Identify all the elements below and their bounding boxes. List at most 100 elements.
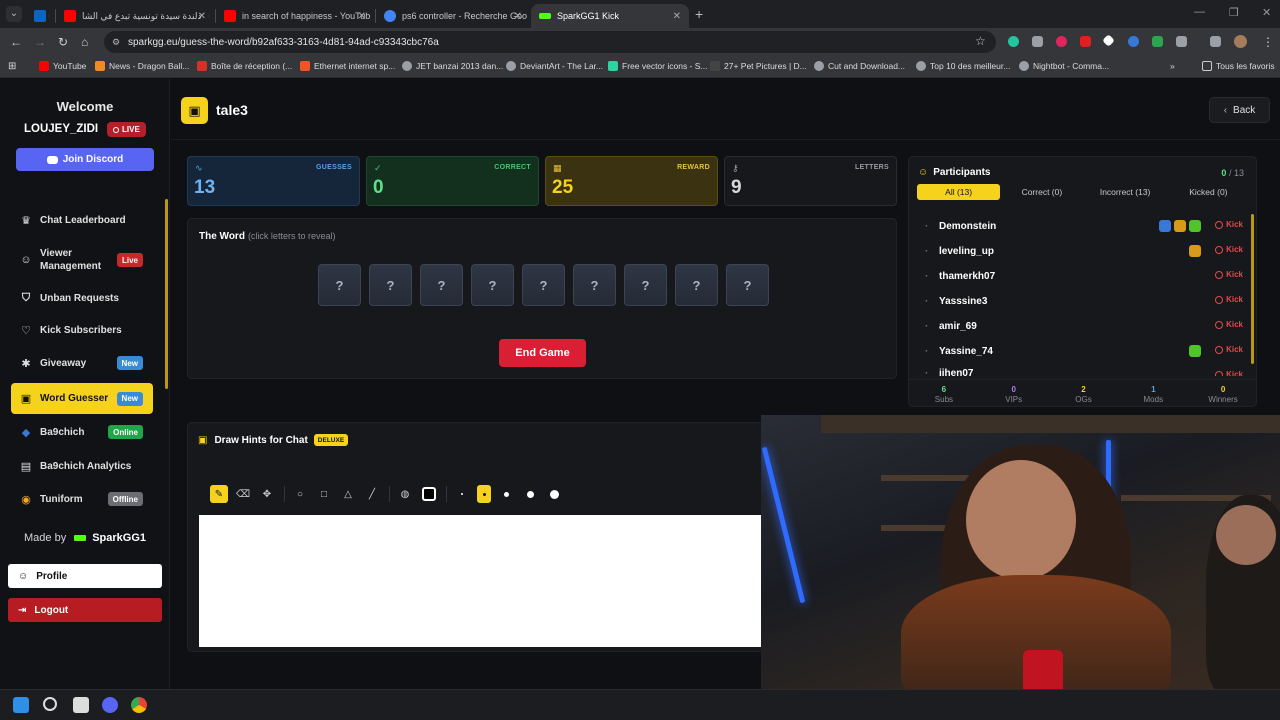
sidebar-item-word-guesser[interactable]: ▣ Word Guesser New bbox=[11, 383, 153, 414]
bookmark-item[interactable]: 27+ Pet Pictures | D... bbox=[710, 61, 807, 71]
kick-button[interactable]: Kick bbox=[1215, 220, 1243, 229]
apps-grid-icon[interactable]: ⊞ bbox=[8, 61, 16, 72]
reading-list-icon[interactable] bbox=[1210, 36, 1221, 47]
kick-button[interactable]: Kick bbox=[1215, 370, 1243, 376]
bookmark-item[interactable]: JET banzai 2013 dan... bbox=[402, 61, 503, 71]
letter-tile[interactable]: ? bbox=[675, 264, 718, 306]
bookmark-item[interactable]: Cut and Download... bbox=[814, 61, 905, 71]
home-icon[interactable]: ⌂ bbox=[81, 35, 88, 49]
tab-sparkgg-kick[interactable]: SparkGG1 Kick ✕ bbox=[531, 4, 689, 28]
bookmark-item[interactable]: Top 10 des meilleur... bbox=[916, 61, 1010, 71]
extension-icon[interactable] bbox=[1056, 36, 1067, 47]
bookmark-item[interactable]: Free vector icons - S... bbox=[608, 61, 708, 71]
logout-button[interactable]: ⇥ Logout bbox=[8, 598, 162, 622]
bookmark-item[interactable]: Nightbot - Comma... bbox=[1019, 61, 1109, 71]
new-tab-button[interactable]: + bbox=[695, 6, 703, 22]
letter-tile[interactable]: ? bbox=[573, 264, 616, 306]
extension-icon[interactable] bbox=[1128, 36, 1139, 47]
kick-button[interactable]: Kick bbox=[1215, 295, 1243, 304]
eraser-icon[interactable]: ⌫ bbox=[234, 485, 252, 503]
sidebar-item-ba9chich[interactable]: ◆ Ba9chich Online bbox=[11, 418, 153, 446]
letter-tile[interactable]: ? bbox=[522, 264, 565, 306]
end-game-button[interactable]: End Game bbox=[499, 339, 586, 367]
letter-tile[interactable]: ? bbox=[471, 264, 514, 306]
bookmark-item[interactable]: News - Dragon Ball... bbox=[95, 61, 189, 71]
tab-incorrect[interactable]: Incorrect (13) bbox=[1084, 184, 1167, 200]
letter-tile[interactable]: ? bbox=[369, 264, 412, 306]
letter-tile[interactable]: ? bbox=[624, 264, 667, 306]
triangle-icon[interactable]: △ bbox=[339, 485, 357, 503]
line-icon[interactable]: ╱ bbox=[363, 485, 381, 503]
letter-tile[interactable]: ? bbox=[726, 264, 769, 306]
letter-tile[interactable]: ? bbox=[318, 264, 361, 306]
brand-name[interactable]: SparkGG1 bbox=[92, 532, 146, 544]
chrome-icon[interactable] bbox=[131, 697, 147, 713]
tab-youtube-2[interactable]: in search of happiness - YouTub ✕ bbox=[216, 4, 374, 28]
sidebar-item-giveaway[interactable]: ✱ Giveaway New bbox=[11, 349, 153, 377]
tab-correct[interactable]: Correct (0) bbox=[1000, 184, 1083, 200]
windows-start-icon[interactable] bbox=[13, 697, 29, 713]
search-icon[interactable] bbox=[43, 697, 57, 711]
tab-kicked[interactable]: Kicked (0) bbox=[1167, 184, 1250, 200]
circle-icon[interactable]: ○ bbox=[291, 485, 309, 503]
extensions-puzzle-icon[interactable] bbox=[1176, 36, 1187, 47]
sidebar-scrollbar[interactable] bbox=[165, 199, 168, 389]
site-info-icon[interactable]: ⚙ bbox=[112, 37, 120, 48]
sidebar-item-kick-subscribers[interactable]: ♡ Kick Subscribers bbox=[11, 316, 153, 344]
brush-size-1[interactable] bbox=[453, 485, 471, 503]
all-bookmarks[interactable]: Tous les favoris bbox=[1202, 61, 1275, 71]
brush-size-4[interactable] bbox=[521, 485, 539, 503]
bookmark-item[interactable]: Ethernet internet sp... bbox=[300, 61, 395, 71]
participants-scrollbar[interactable] bbox=[1251, 214, 1254, 364]
close-icon[interactable]: ✕ bbox=[673, 11, 681, 22]
tab-linkedin[interactable] bbox=[28, 4, 52, 28]
kick-button[interactable]: Kick bbox=[1215, 345, 1243, 354]
drawing-canvas[interactable] bbox=[199, 515, 762, 647]
bookmark-item[interactable]: DeviantArt - The Lar... bbox=[506, 61, 603, 71]
extension-icon[interactable] bbox=[1032, 36, 1043, 47]
avatar[interactable] bbox=[1234, 35, 1247, 48]
join-discord-button[interactable]: Join Discord bbox=[16, 148, 154, 171]
palette-icon[interactable]: ◍ bbox=[396, 485, 414, 503]
sidebar-item-tuniform[interactable]: ◉ Tuniform Offline bbox=[11, 485, 153, 513]
extension-icon[interactable] bbox=[1008, 36, 1019, 47]
tab-search-button[interactable]: ⌄ bbox=[6, 6, 22, 22]
forward-arrow-icon[interactable]: → bbox=[34, 35, 46, 49]
reload-icon[interactable]: ↻ bbox=[58, 35, 68, 49]
back-arrow-icon[interactable]: ← bbox=[10, 35, 22, 49]
brush-size-3[interactable] bbox=[497, 485, 515, 503]
kick-button[interactable]: Kick bbox=[1215, 245, 1243, 254]
extension-icon[interactable] bbox=[1080, 36, 1091, 47]
chevron-right-icon[interactable]: » bbox=[1170, 61, 1175, 71]
brush-size-5[interactable] bbox=[545, 485, 563, 503]
back-button[interactable]: ‹ Back bbox=[1209, 97, 1270, 123]
tab-youtube-1[interactable]: دلندة سيدة تونسية تبدع في الشا ✕ bbox=[56, 4, 214, 28]
brush-size-2[interactable] bbox=[477, 485, 491, 503]
move-icon[interactable]: ✥ bbox=[258, 485, 276, 503]
task-view-icon[interactable] bbox=[73, 697, 89, 713]
maximize-icon[interactable]: ❐ bbox=[1229, 6, 1239, 19]
menu-dots-icon[interactable]: ⋮ bbox=[1262, 35, 1274, 49]
minimize-icon[interactable]: — bbox=[1194, 6, 1205, 18]
extension-icon[interactable] bbox=[1152, 36, 1163, 47]
letter-tile[interactable]: ? bbox=[420, 264, 463, 306]
sidebar-item-chat-leaderboard[interactable]: ♛ Chat Leaderboard bbox=[11, 206, 153, 234]
close-icon[interactable]: ✕ bbox=[358, 11, 366, 22]
profile-button[interactable]: ☺ Profile bbox=[8, 564, 162, 588]
pencil-icon[interactable]: ✎ bbox=[210, 485, 228, 503]
rectangle-icon[interactable]: □ bbox=[315, 485, 333, 503]
kick-button[interactable]: Kick bbox=[1215, 270, 1243, 279]
tab-all[interactable]: All (13) bbox=[917, 184, 1001, 200]
extension-icon[interactable] bbox=[1102, 34, 1115, 47]
close-icon[interactable]: ✕ bbox=[514, 11, 522, 22]
tab-google[interactable]: ps6 controller - Recherche Goo ✕ bbox=[376, 4, 530, 28]
sidebar-item-viewer-management[interactable]: ☺ Viewer Management Live bbox=[11, 245, 153, 275]
sidebar-item-unban-requests[interactable]: ⛉ Unban Requests bbox=[11, 284, 153, 312]
bookmark-item[interactable]: YouTube bbox=[39, 61, 86, 71]
close-window-icon[interactable]: ✕ bbox=[1262, 6, 1271, 19]
url-input[interactable]: sparkgg.eu/guess-the-word/b92af633-3163-… bbox=[104, 31, 996, 53]
close-icon[interactable]: ✕ bbox=[198, 11, 206, 22]
kick-button[interactable]: Kick bbox=[1215, 320, 1243, 329]
color-swatch[interactable] bbox=[420, 485, 438, 503]
sidebar-item-ba9chich-analytics[interactable]: ▤ Ba9chich Analytics bbox=[11, 452, 153, 480]
